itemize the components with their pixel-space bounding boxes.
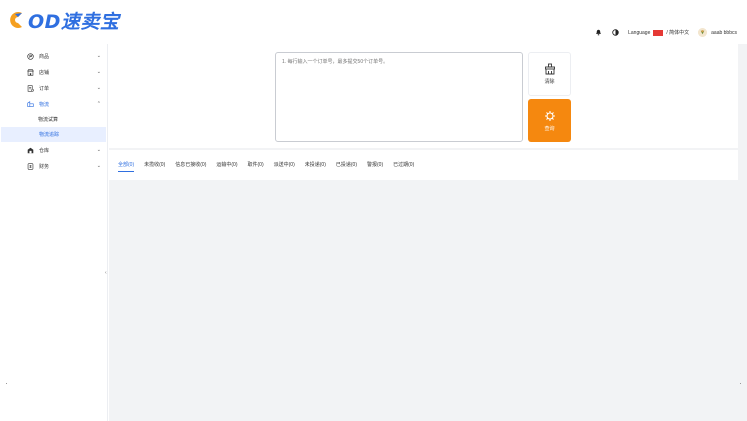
edge-marker [740,383,741,384]
clear-icon [544,63,555,75]
logistics-icon [27,100,34,108]
chevron-down-icon: ⌄ [96,163,101,169]
warehouse-icon [27,147,34,154]
language-value: / 简体中文 [666,30,690,36]
username: aaab bbbcs [711,29,737,36]
search-panel: 清除 查询 [109,44,738,148]
sidebar-subitem-label: 物流追踪 [39,132,60,138]
clear-button[interactable]: 清除 [528,52,571,96]
tab-info-received[interactable]: 信息已接收(0) [175,161,206,172]
sidebar-subitem-logistics-trial[interactable]: 物流试算 [0,112,107,127]
avatar [698,28,708,37]
header-actions: Language / 简体中文 aaab bbbcs [594,28,737,37]
logo-text: OD速卖宝 [28,10,120,33]
sidebar-item-store[interactable]: 店铺 ⌄ [0,64,107,80]
sidebar-item-product[interactable]: 商品 ⌄ [0,48,107,64]
brand-logo[interactable]: OD速卖宝 [6,8,120,33]
query-button[interactable]: 查询 [528,99,571,142]
main-content: 清除 查询 全部(0) 未揽收(0) 信息已接收(0) 运输中(0) 取件(0)… [109,44,747,421]
sidebar-item-label: 仓库 [39,147,50,154]
sidebar-item-logistics[interactable]: 物流 ⌃ [0,96,107,112]
sidebar-subitem-logistics-tracking[interactable]: 物流追踪 [1,127,106,142]
finance-icon [27,162,34,170]
sidebar-item-label: 店铺 [39,69,50,76]
sidebar: 商品 ⌄ 店铺 ⌄ 订单 ⌄ 物流 ⌃ 物流试算 物流追踪 仓库 ⌄ 财务 ⌄ … [0,44,108,421]
tab-not-picked-up[interactable]: 未揽收(0) [144,161,165,172]
order-number-input[interactable] [275,52,523,142]
product-icon [27,52,34,60]
contrast-icon[interactable] [611,29,619,37]
sidebar-item-warehouse[interactable]: 仓库 ⌄ [0,142,107,158]
sidebar-item-label: 商品 [39,53,50,60]
tab-all[interactable]: 全部(0) [118,161,135,172]
query-icon [544,110,555,121]
language-selector[interactable]: Language / 简体中文 [628,29,689,36]
chevron-down-icon: ⌄ [96,69,101,75]
tab-pickup[interactable]: 取件(0) [248,161,264,172]
sidebar-collapse-button[interactable]: ‹ [105,270,107,276]
sidebar-subitem-label: 物流试算 [38,117,59,123]
tab-expired[interactable]: 已过期(0) [393,161,414,172]
edge-marker [6,383,7,384]
language-label: Language [628,29,651,36]
chevron-down-icon: ⌄ [96,147,101,153]
order-icon [27,84,34,92]
sidebar-item-finance[interactable]: 财务 ⌄ [0,158,107,174]
tab-delivered[interactable]: 已投递(0) [336,161,357,172]
user-menu[interactable]: aaab bbbcs [698,28,737,37]
sidebar-item-order[interactable]: 订单 ⌄ [0,80,107,96]
query-button-label: 查询 [544,125,555,132]
tab-in-transit[interactable]: 运输中(0) [216,161,237,172]
tab-out-for-delivery[interactable]: 派送中(0) [274,161,295,172]
store-icon [27,68,34,76]
top-header: OD速卖宝 Language / 简体中文 aaab bbbcs [0,0,747,44]
chevron-down-icon: ⌄ [96,85,101,91]
chevron-down-icon: ⌄ [96,53,101,59]
chevron-up-icon: ⌃ [96,101,101,107]
logo-mark-icon [6,10,26,30]
sidebar-item-label: 物流 [39,101,50,108]
sidebar-item-label: 财务 [39,163,50,170]
sidebar-item-label: 订单 [39,85,50,92]
bell-icon[interactable] [594,29,602,37]
tab-alert[interactable]: 警报(0) [367,161,383,172]
status-tabs-panel: 全部(0) 未揽收(0) 信息已接收(0) 运输中(0) 取件(0) 派送中(0… [109,150,738,180]
status-tabs: 全部(0) 未揽收(0) 信息已接收(0) 运输中(0) 取件(0) 派送中(0… [118,161,414,172]
china-flag-icon [653,29,664,36]
clear-button-label: 清除 [544,79,555,85]
tab-undelivered[interactable]: 未投递(0) [305,161,326,172]
